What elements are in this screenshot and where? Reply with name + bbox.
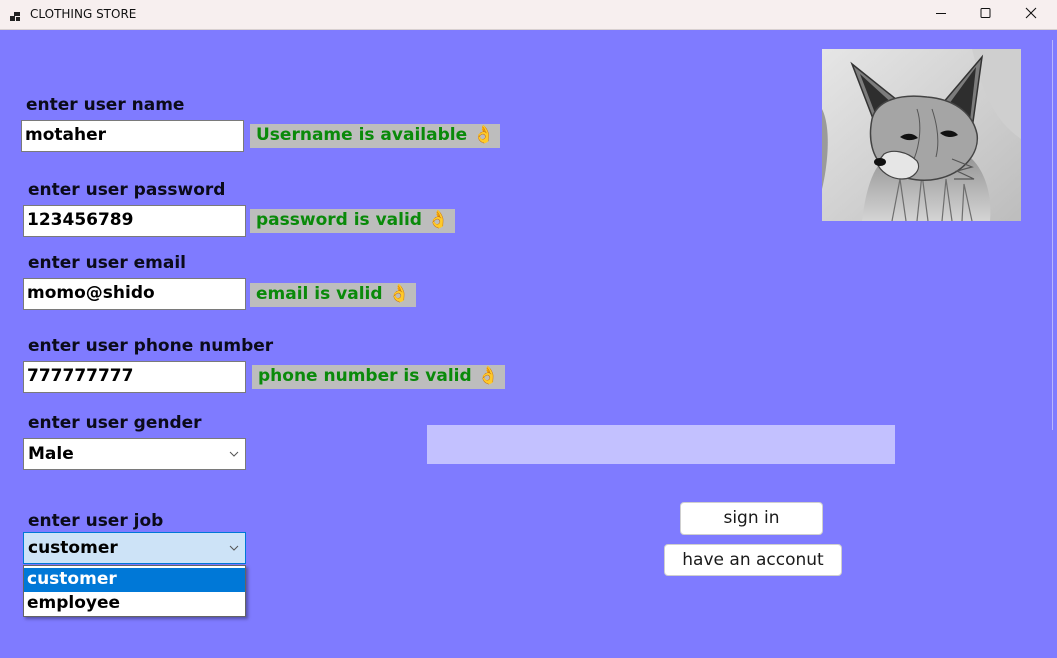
- title-bar: CLOTHING STORE: [0, 0, 1057, 30]
- have-account-button[interactable]: have an acconut: [664, 544, 842, 576]
- minimize-button[interactable]: [918, 0, 964, 29]
- password-label: enter user password: [28, 180, 226, 200]
- username-label: enter user name: [26, 95, 185, 115]
- job-selected-value: customer: [28, 538, 118, 558]
- app-form-icon: [10, 8, 22, 21]
- window-edge: [1052, 40, 1057, 430]
- maximize-icon: [980, 8, 991, 18]
- window-title: CLOTHING STORE: [30, 7, 137, 21]
- chevron-down-icon: [229, 545, 239, 551]
- phone-label: enter user phone number: [28, 336, 274, 356]
- gender-selected-value: Male: [28, 444, 74, 464]
- maximize-button[interactable]: [963, 0, 1009, 29]
- password-input[interactable]: 123456789: [23, 205, 246, 237]
- close-icon: [1025, 7, 1037, 19]
- gender-select[interactable]: Male: [23, 438, 246, 470]
- username-status: Username is available 👌: [250, 124, 501, 148]
- job-dropdown-list: customer employee: [23, 565, 246, 617]
- job-option-customer[interactable]: customer: [24, 568, 245, 592]
- minimize-icon: [936, 13, 946, 14]
- job-option-employee[interactable]: employee: [24, 592, 245, 616]
- gender-label: enter user gender: [28, 413, 202, 433]
- username-input[interactable]: motaher: [21, 120, 244, 152]
- sign-in-button[interactable]: sign in: [680, 502, 823, 535]
- chevron-down-icon: [229, 451, 239, 457]
- progress-bar: [427, 425, 895, 464]
- email-label: enter user email: [28, 253, 187, 273]
- password-status: password is valid 👌: [250, 209, 456, 233]
- fox-picture: [822, 49, 1021, 221]
- job-select[interactable]: customer: [23, 532, 246, 564]
- phone-input[interactable]: 777777777: [23, 361, 246, 393]
- email-input[interactable]: momo@shido: [23, 278, 246, 310]
- email-status: email is valid 👌: [250, 283, 416, 307]
- close-button[interactable]: [1008, 0, 1054, 29]
- phone-status: phone number is valid 👌: [252, 365, 505, 389]
- job-label: enter user job: [28, 511, 164, 531]
- fox-illustration-image: [822, 49, 1021, 221]
